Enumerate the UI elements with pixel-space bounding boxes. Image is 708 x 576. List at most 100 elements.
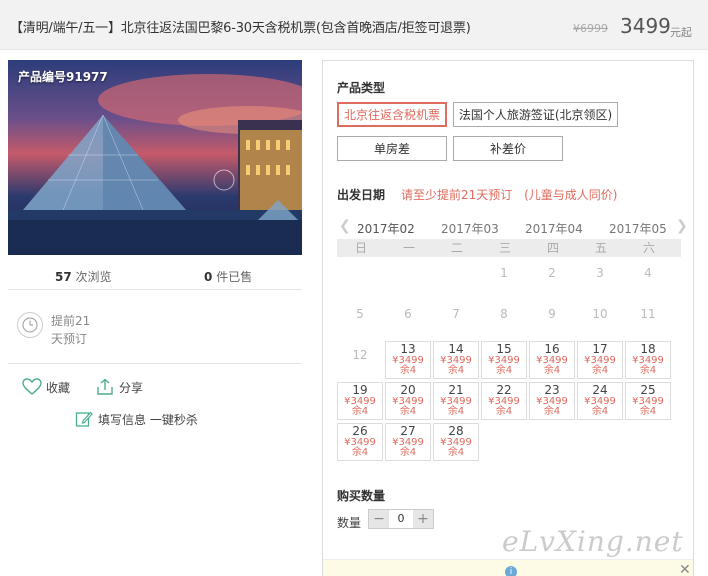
quantity-label: 数量: [337, 516, 362, 530]
calendar-day-disabled: 2: [548, 266, 556, 280]
type-option-single-room[interactable]: 单房差: [337, 136, 447, 161]
close-icon[interactable]: ✕: [679, 562, 691, 576]
day-stock: 余4: [351, 447, 369, 458]
share-label: 分享: [119, 380, 144, 395]
booking-line-1: 提前21: [51, 314, 91, 328]
calendar-day-available[interactable]: 18 ¥3499 余4: [625, 341, 671, 379]
day-stock: 余4: [495, 365, 513, 376]
product-title: 【清明/端午/五一】北京往返法国巴黎6-30天含税机票(包含首晚酒店/拒签可退票…: [10, 21, 471, 36]
day-stock: 余4: [447, 365, 465, 376]
edit-icon: [75, 411, 93, 427]
calendar-day-available[interactable]: 28 ¥3499 余4: [433, 423, 479, 461]
product-image: 产品编号91977: [8, 60, 302, 255]
product-code: 产品编号91977: [18, 70, 108, 84]
calendar-day-available[interactable]: 15 ¥3499 余4: [481, 341, 527, 379]
day-stock: 余4: [639, 365, 657, 376]
day-stock: 余4: [591, 406, 609, 417]
day-stock: 余4: [399, 365, 417, 376]
month-prev-icon[interactable]: ❮: [339, 218, 351, 234]
month-tab-2017-04[interactable]: 2017年04: [525, 220, 583, 237]
quantity-value[interactable]: 0: [389, 510, 413, 528]
calendar-day-disabled: 12: [352, 348, 368, 362]
calendar-day-disabled: 1: [500, 266, 508, 280]
month-tab-2017-05[interactable]: 2017年05: [609, 220, 667, 237]
calendar-day-available[interactable]: 22 ¥3499 余4: [481, 382, 527, 420]
weekday: 日: [354, 241, 367, 255]
louvre-pyramid-image: [8, 74, 302, 255]
calendar-day-available[interactable]: 23 ¥3499 余4: [529, 382, 575, 420]
weekday: 一: [402, 241, 415, 255]
calendar-day-available[interactable]: 14 ¥3499 余4: [433, 341, 479, 379]
child-price-note: (儿童与成人同价): [524, 188, 618, 202]
fill-info-button[interactable]: 填写信息 一键秒杀: [75, 410, 198, 428]
weekday: 二: [450, 241, 463, 255]
clock-icon: [17, 312, 43, 338]
calendar-day-available[interactable]: 24 ¥3499 余4: [577, 382, 623, 420]
quantity-title: 购买数量: [337, 489, 386, 503]
calendar-day-available[interactable]: 25 ¥3499 余4: [625, 382, 671, 420]
calendar-day-disabled: 6: [404, 307, 412, 321]
type-option-flight[interactable]: 北京往返含税机票: [337, 102, 447, 127]
watermark: eLvXing.net: [502, 525, 684, 558]
calendar-day-available[interactable]: 13 ¥3499 余4: [385, 341, 431, 379]
weekday: 六: [642, 241, 655, 255]
departure-date-label: 出发日期: [337, 188, 386, 202]
weekday-header: 日 一 二 三 四 五 六: [337, 239, 681, 257]
action-bar: 收藏 分享: [8, 372, 302, 402]
day-stock: 余4: [543, 365, 561, 376]
calendar-day-disabled: 9: [548, 307, 556, 321]
day-stock: 余4: [495, 406, 513, 417]
calendar-day-available[interactable]: 17 ¥3499 余4: [577, 341, 623, 379]
calendar-day-disabled: 7: [452, 307, 460, 321]
stats-bar: 57 次浏览 0 件已售: [8, 262, 302, 290]
quantity-stepper: − 0 +: [368, 509, 434, 529]
view-count: 57 次浏览: [55, 270, 112, 284]
month-next-icon[interactable]: ❯: [676, 218, 688, 234]
month-tab-2017-03[interactable]: 2017年03: [441, 220, 499, 237]
day-stock: 余4: [591, 365, 609, 376]
calendar-day-available[interactable]: 26 ¥3499 余4: [337, 423, 383, 461]
info-icon: i: [505, 566, 517, 576]
fill-info-label: 填写信息 一键秒杀: [98, 412, 198, 427]
share-button[interactable]: 分享: [95, 378, 143, 396]
weekday: 四: [546, 241, 559, 255]
calendar-day-disabled: 8: [500, 307, 508, 321]
calendar-day-available[interactable]: 16 ¥3499 余4: [529, 341, 575, 379]
favorite-button[interactable]: 收藏: [22, 378, 70, 396]
quantity-minus-button[interactable]: −: [369, 510, 389, 528]
sold-count: 0 件已售: [204, 270, 253, 284]
day-stock: 余4: [447, 406, 465, 417]
original-price: ¥6999: [573, 22, 608, 35]
current-price: 3499: [620, 14, 671, 38]
share-icon: [97, 378, 113, 395]
calendar-day-disabled: 4: [644, 266, 652, 280]
heart-icon: [22, 378, 42, 395]
advance-booking-info: 提前21 天预订: [8, 298, 302, 364]
booking-line-2: 天预订: [51, 332, 88, 346]
advance-note: 请至少提前21天预订: [401, 188, 513, 202]
quantity-plus-button[interactable]: +: [413, 510, 433, 528]
weekday: 五: [594, 241, 607, 255]
calendar-day-available[interactable]: 21 ¥3499 余4: [433, 382, 479, 420]
weekday: 三: [498, 241, 511, 255]
day-stock: 余4: [639, 406, 657, 417]
calendar-day-disabled: 5: [356, 307, 364, 321]
calendar-day-disabled: 11: [640, 307, 656, 321]
booking-panel: 产品类型 北京往返含税机票 法国个人旅游签证(北京领区) 单房差 补差价 出发日…: [322, 60, 694, 576]
calendar-day-available[interactable]: 19 ¥3499 余4: [337, 382, 383, 420]
product-type-label: 产品类型: [337, 81, 386, 95]
calendar-day-disabled: 3: [596, 266, 604, 280]
type-option-visa[interactable]: 法国个人旅游签证(北京领区): [453, 102, 618, 127]
month-tabs: ❮ 2017年02 2017年03 2017年04 2017年05 ❯: [337, 218, 688, 241]
calendar-day-available[interactable]: 27 ¥3499 余4: [385, 423, 431, 461]
favorite-label: 收藏: [46, 380, 71, 395]
notice-bar: i ✕: [323, 559, 693, 576]
month-tab-2017-02[interactable]: 2017年02: [356, 220, 416, 241]
date-notes: 请至少提前21天预订 (儿童与成人同价): [401, 186, 625, 203]
day-stock: 余4: [543, 406, 561, 417]
type-option-price-difference[interactable]: 补差价: [453, 136, 563, 161]
title-bar: 【清明/端午/五一】北京往返法国巴黎6-30天含税机票(包含首晚酒店/拒签可退票…: [0, 0, 708, 50]
price-unit: 元起: [670, 26, 692, 39]
calendar-day-available[interactable]: 20 ¥3499 余4: [385, 382, 431, 420]
calendar-day-disabled: 10: [592, 307, 608, 321]
